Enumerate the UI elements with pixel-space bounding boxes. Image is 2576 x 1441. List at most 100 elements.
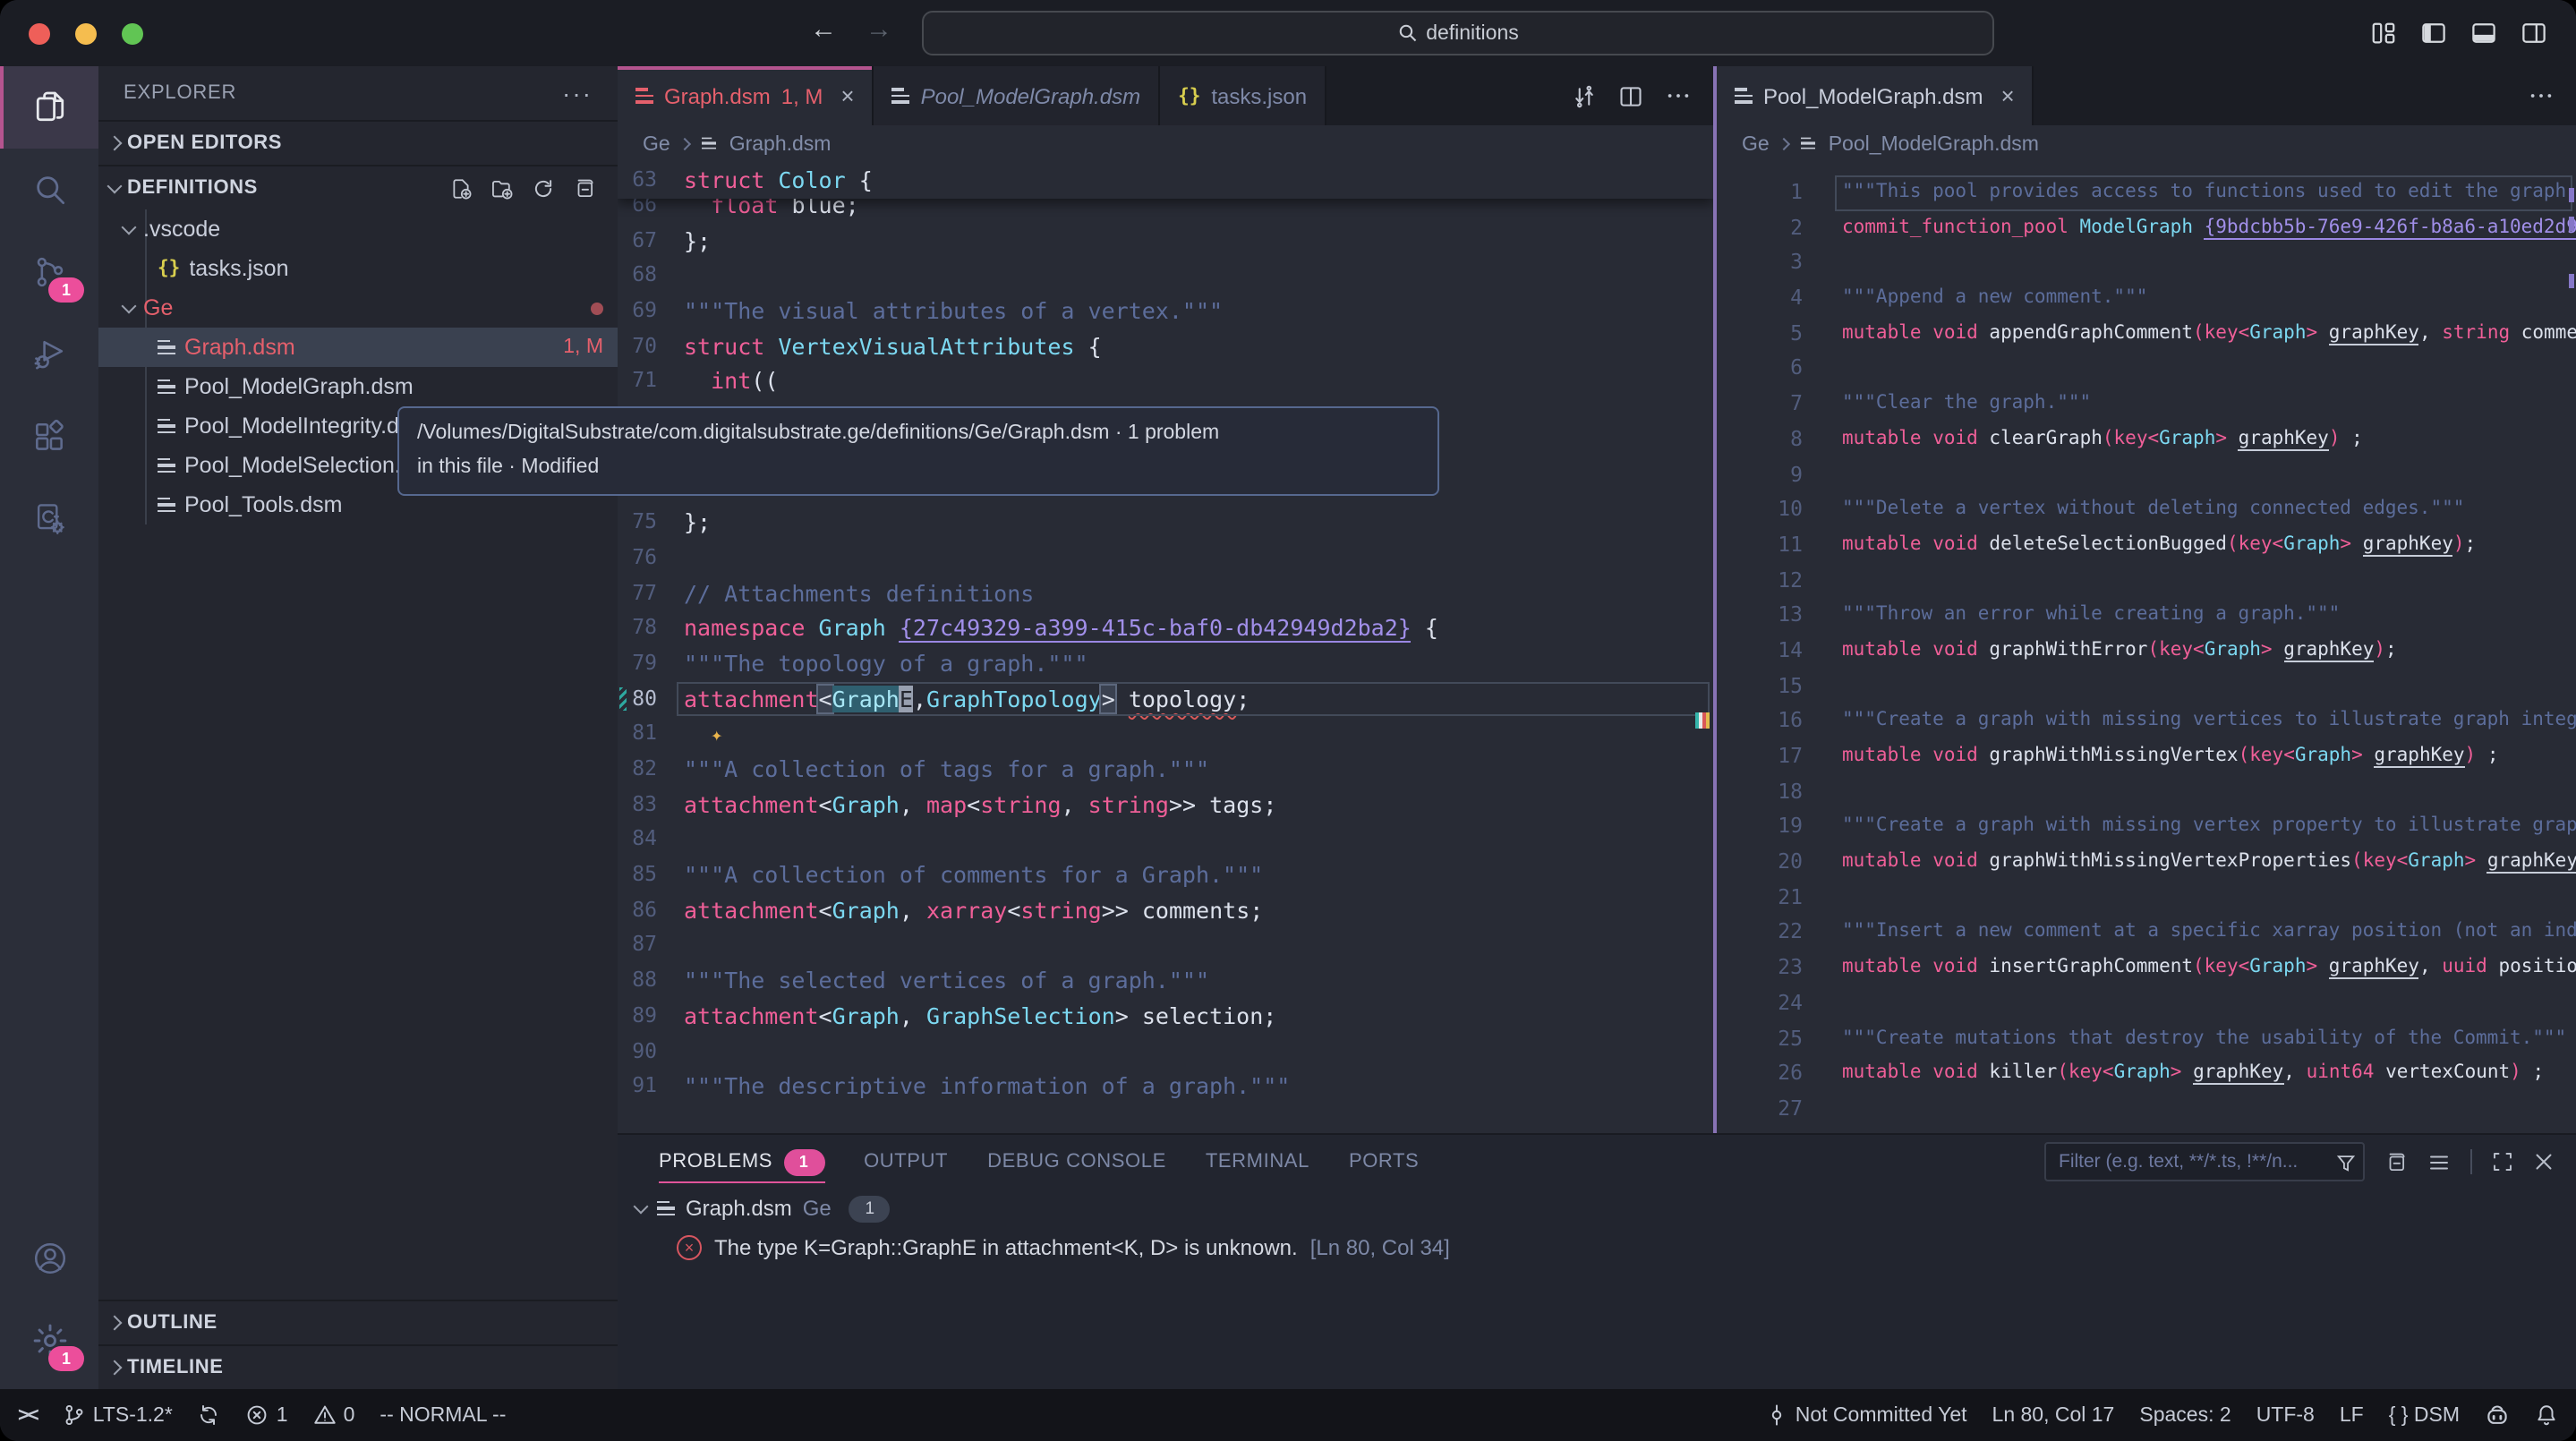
code-line[interactable]: 14mutable void graphWithError(key<Graph>… [1717,634,2576,669]
code-line[interactable]: 1"""This pool provides access to functio… [1717,175,2576,210]
tab-pool-modelgraph-dsm[interactable]: Pool_ModelGraph.dsm× [1717,66,2034,125]
status-item--normal-[interactable]: -- NORMAL -- [380,1404,506,1426]
code-editor[interactable]: 66 float blue;67};6869"""The visual attr… [618,163,1713,1133]
activity-item-source-control[interactable]: 1 [0,231,98,313]
code-line[interactable]: 84 [618,823,1713,857]
code-line[interactable]: 5mutable void appendGraphComment(key<Gra… [1717,317,2576,352]
code-line[interactable]: 20mutable void graphWithMissingVertexPro… [1717,845,2576,880]
close-window-button[interactable] [29,22,50,44]
code-line[interactable]: 70struct VertexVisualAttributes { [618,329,1713,364]
panel-tab-terminal[interactable]: TERMINAL [1206,1135,1309,1189]
problem-row[interactable]: ×The type K=Graph::GraphE in attachment<… [618,1228,2576,1267]
close-icon[interactable]: × [840,82,854,109]
code-line[interactable]: 23mutable void insertGraphComment(key<Gr… [1717,951,2576,985]
breadcrumb-item[interactable]: Graph.dsm [729,133,832,155]
code-line[interactable]: 83attachment<Graph, map<string, string>>… [618,787,1713,822]
code-line[interactable]: 2commit_function_pool ModelGraph {9bdcbb… [1717,210,2576,245]
panel-tab-output[interactable]: OUTPUT [864,1135,948,1189]
breadcrumb-item[interactable]: Pool_ModelGraph.dsm [1829,133,2039,155]
code-line[interactable]: 7"""Clear the graph.""" [1717,387,2576,422]
tab-tasks-json[interactable]: {}tasks.json [1160,66,1326,125]
code-line[interactable]: 77// Attachments definitions [618,576,1713,610]
close-icon[interactable]: × [2000,82,2014,109]
code-line[interactable]: 71 int(( [618,364,1713,399]
refresh-button[interactable] [532,176,555,200]
code-line[interactable]: 26mutable void killer(key<Graph> graphKe… [1717,1056,2576,1091]
code-line[interactable]: 68 [618,259,1713,294]
tree-item--vscode[interactable]: .vscode [98,209,618,249]
status-item-lts-1-2-[interactable]: LTS-1.2* [63,1403,173,1427]
new-folder-button[interactable] [490,176,514,200]
toggle-secondary-sidebar-button[interactable] [2521,20,2547,47]
code-line[interactable]: 67}; [618,223,1713,258]
status-item-0[interactable]: 0 [313,1403,355,1427]
section-header-outline[interactable]: OUTLINE [98,1300,618,1344]
code-line[interactable]: 87 [618,928,1713,963]
collapse-all-button[interactable] [573,176,596,200]
code-line[interactable]: 89attachment<Graph, GraphSelection> sele… [618,999,1713,1034]
code-line[interactable]: 6 [1717,352,2576,387]
code-line[interactable]: 24 [1717,986,2576,1021]
section-header-timeline[interactable]: TIMELINE [98,1344,618,1389]
code-line[interactable]: 78namespace Graph {27c49329-a399-415c-ba… [618,611,1713,646]
tab-graph-dsm[interactable]: Graph.dsm1, M× [618,66,874,125]
tab-pool-modelgraph-dsm[interactable]: Pool_ModelGraph.dsm [874,66,1160,125]
status-item[interactable] [2535,1403,2558,1427]
code-line[interactable]: 63struct Color { [618,163,1713,198]
code-line[interactable]: 80attachment<GraphE,GraphTopology> topol… [618,681,1713,716]
code-line[interactable]: 8mutable void clearGraph(key<Graph> grap… [1717,422,2576,457]
code-line[interactable]: 79"""The topology of a graph.""" [618,646,1713,681]
code-line[interactable]: 12 [1717,563,2576,598]
code-line[interactable]: 13"""Throw an error while creating a gra… [1717,599,2576,634]
status-item-not-committed-yet[interactable]: Not Committed Yet [1765,1403,1967,1427]
status-item[interactable] [2485,1403,2510,1428]
tree-item-ge[interactable]: Ge [98,288,618,328]
activity-item-accounts[interactable] [0,1217,98,1300]
breadcrumb-item[interactable]: Ge [643,133,670,155]
problems-filter-input[interactable] [2044,1142,2365,1181]
tree-item-tasks-json[interactable]: {}tasks.json [98,249,618,288]
code-line[interactable]: 86attachment<Graph, xarray<string>> comm… [618,893,1713,928]
panel-tab-problems[interactable]: PROBLEMS1 [659,1135,824,1189]
code-line[interactable]: 82"""A collection of tags for a graph.""… [618,752,1713,787]
split-editor-button[interactable] [1618,83,1643,108]
activity-item-extensions[interactable] [0,396,98,478]
close-button[interactable] [2533,1151,2555,1172]
code-line[interactable]: 10"""Delete a vertex without deleting co… [1717,492,2576,527]
status-item-lf[interactable]: LF [2340,1404,2364,1426]
more-button[interactable] [1665,82,1692,109]
collapse-all-button[interactable] [2384,1150,2408,1173]
view-as-list-button[interactable] [2427,1150,2451,1173]
section-header-definitions[interactable]: DEFINITIONS [98,165,618,209]
status-item-ln-80-col-17[interactable]: Ln 80, Col 17 [1992,1404,2115,1426]
problems-file-group[interactable]: Graph.dsm Ge 1 [618,1189,2576,1228]
activity-item-settings[interactable]: 1 [0,1300,98,1382]
activity-item-run-debug[interactable] [0,313,98,396]
status-item-utf-8[interactable]: UTF-8 [2256,1404,2315,1426]
activity-item-explorer[interactable] [0,66,98,149]
code-line[interactable]: 9 [1717,457,2576,492]
code-editor[interactable]: 1"""This pool provides access to functio… [1717,163,2576,1133]
forward-button[interactable]: → [861,14,897,45]
code-line[interactable]: 25"""Create mutations that destroy the u… [1717,1021,2576,1056]
code-line[interactable]: 69"""The visual attributes of a vertex."… [618,294,1713,328]
section-header-open-editors[interactable]: OPEN EDITORS [98,120,618,165]
code-line[interactable]: 11mutable void deleteSelectionBugged(key… [1717,528,2576,563]
toggle-panel-button[interactable] [2470,20,2497,47]
code-line[interactable]: 75}; [618,505,1713,540]
command-center-search[interactable]: definitions [922,11,1994,55]
minimize-window-button[interactable] [75,22,97,44]
code-line[interactable]: 15 [1717,669,2576,703]
code-line[interactable]: 3 [1717,246,2576,281]
toggle-primary-sidebar-button[interactable] [2420,20,2447,47]
panel-tab-ports[interactable]: PORTS [1349,1135,1419,1189]
code-line[interactable]: 76 [618,541,1713,576]
sidebar-more-actions-button[interactable]: ··· [562,79,593,107]
code-line[interactable]: 17mutable void graphWithMissingVertex(ke… [1717,739,2576,774]
code-line[interactable]: 4"""Append a new comment.""" [1717,281,2576,316]
code-line[interactable]: 21 [1717,881,2576,916]
code-line[interactable]: 19"""Create a graph with missing vertex … [1717,810,2576,845]
code-line[interactable]: 27 [1717,1092,2576,1127]
activity-item-search[interactable] [0,149,98,231]
code-line[interactable]: 22"""Insert a new comment at a specific … [1717,916,2576,951]
